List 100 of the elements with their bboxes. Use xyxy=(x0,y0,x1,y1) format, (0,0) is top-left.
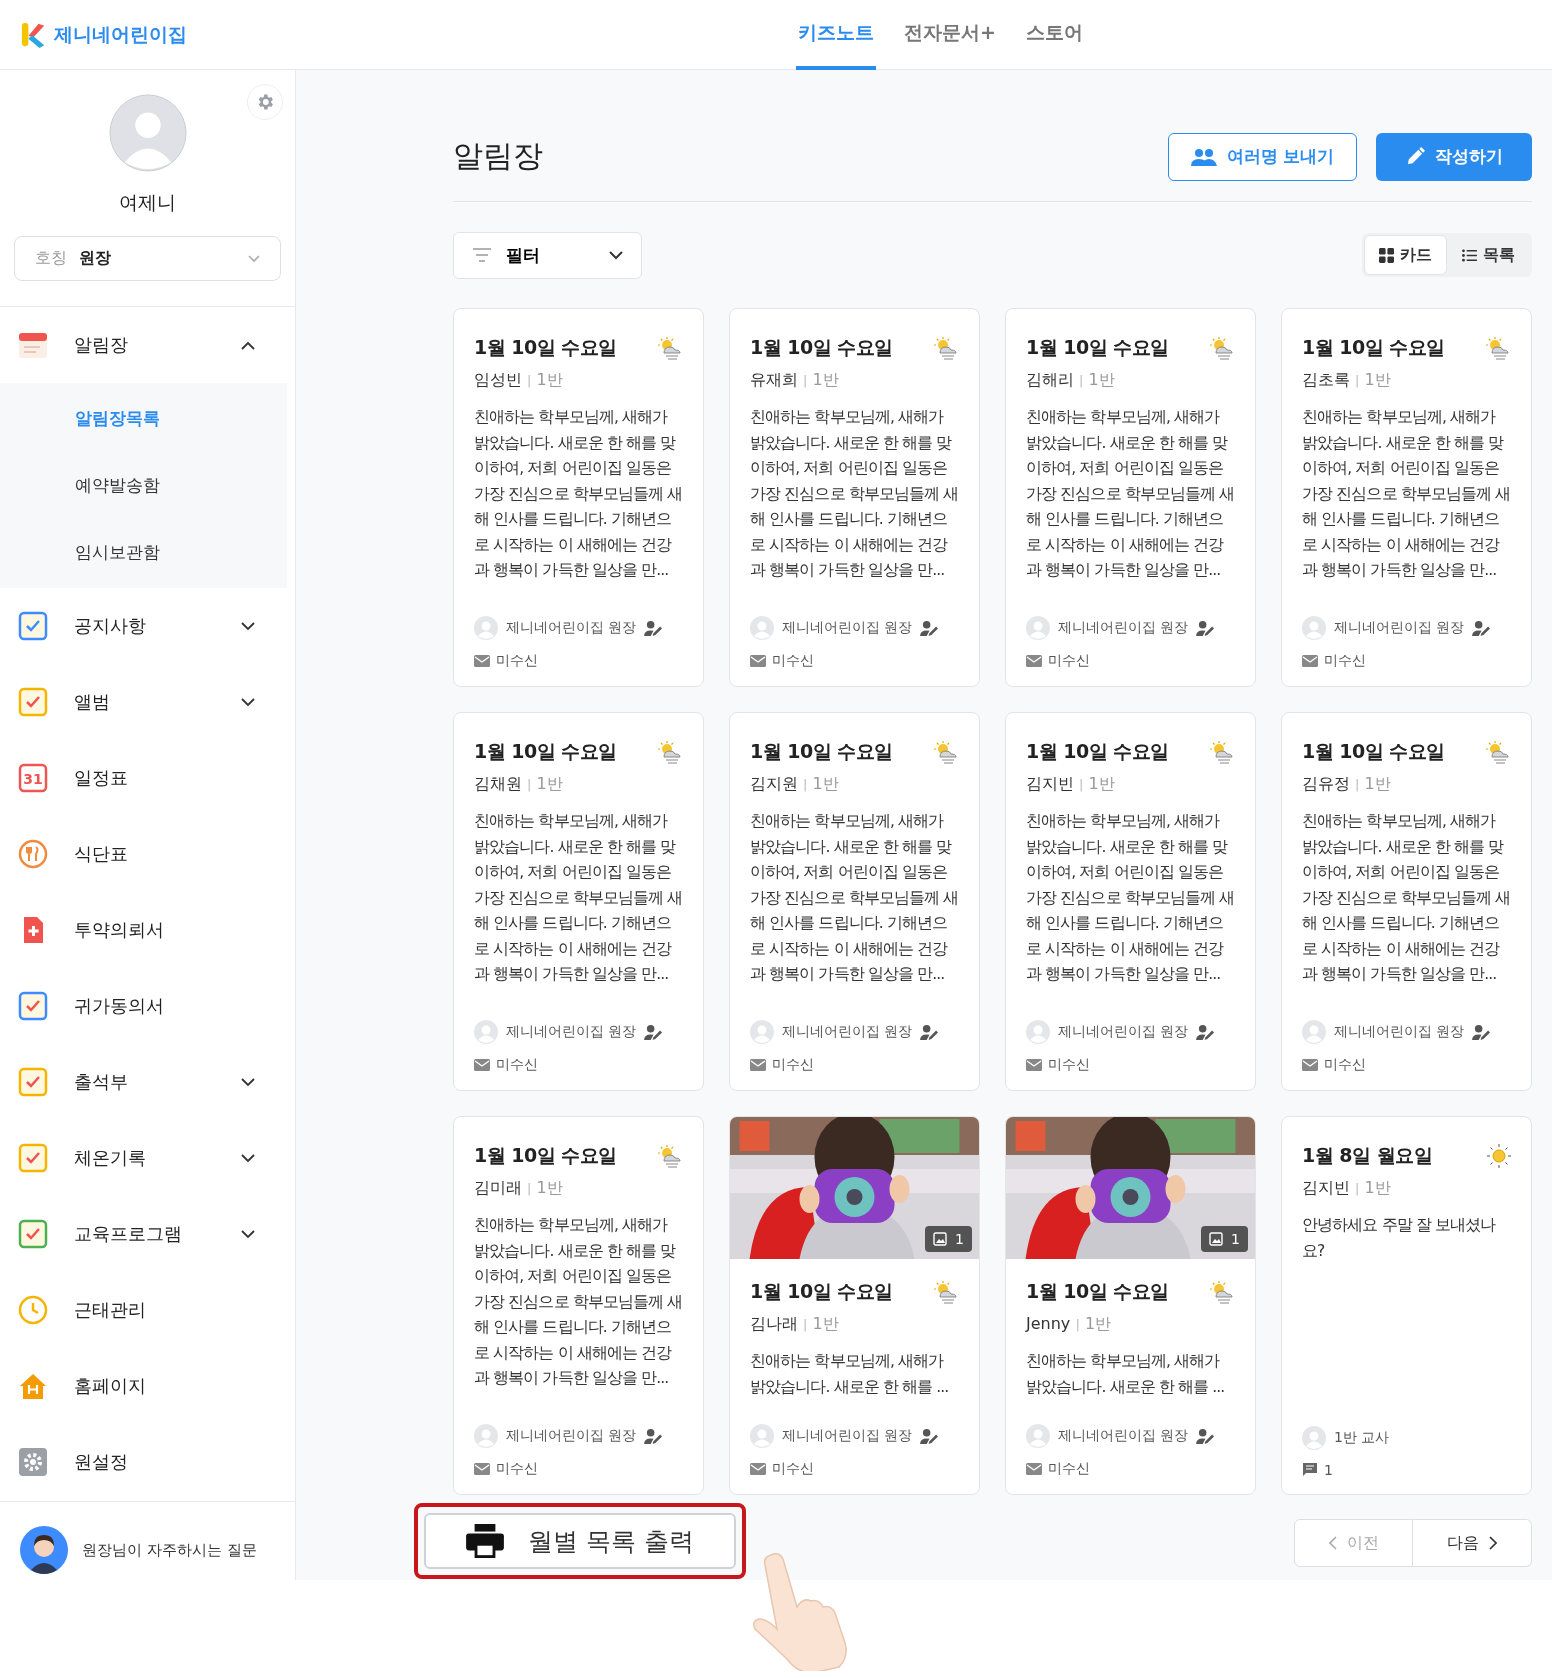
card-text: 친애하는 학부모님께, 새해가 밝았습니다. 새로운 한 해를 맞이하여, 저희 어린이집 일동은 가장 진심으로 학부모님들께 새해 인사를 드립니다. 기해년으로 시작하는 이 새해에는 건강과 행복이 가득한 일상을 만... xyxy=(474,1215,683,1389)
photo-count-badge: 1 xyxy=(925,1226,972,1252)
avatar-icon xyxy=(474,1020,498,1044)
person-icon xyxy=(20,1526,68,1574)
gear-icon xyxy=(18,1447,48,1477)
print-button[interactable]: 월별 목록 출력 xyxy=(424,1513,736,1569)
child-name: 김초록 | 1반 xyxy=(1302,370,1392,391)
calendar-icon: 31 xyxy=(18,763,48,793)
child-name: Jenny | 1반 xyxy=(1026,1314,1113,1335)
image-icon xyxy=(933,1232,948,1246)
pencil-icon xyxy=(1405,147,1425,166)
child-name: 유재희 | 1반 xyxy=(750,370,840,391)
user-edit-icon xyxy=(1472,1023,1492,1041)
filter-dropdown[interactable]: 필터 xyxy=(453,231,642,279)
author-name: 제니네어린이집 원장 xyxy=(506,1023,637,1041)
menu-item[interactable]: 홈페이지 xyxy=(0,1348,295,1424)
submenu-item[interactable]: 임시보관함 xyxy=(0,519,287,586)
menu-item[interactable]: 귀가동의서 xyxy=(0,968,295,1044)
notice-card[interactable]: 1월 10일 수요일 김초록 | 1반 친애하는 학부모님께, 새해가 밝았습니다. 새로운 한 해를 맞이하여, 저희 어린이집 일동은 가장 진심으로 학부모님들께 새해 인사를 드립니다. 기해년으로 시작하는 이 새해에는 건강과 행복이 가득한 일상을 만... 제니네어린이집 원장 미수신 xyxy=(1281,308,1532,687)
avatar-icon xyxy=(750,616,774,640)
menu-item[interactable]: 식단표 xyxy=(0,816,295,892)
author-name: 제니네어린이집 원장 xyxy=(782,619,913,637)
view-option[interactable]: 목록 xyxy=(1447,235,1530,275)
house-icon xyxy=(18,1371,48,1401)
child-name: 김미래 | 1반 xyxy=(474,1178,564,1199)
user-edit-icon xyxy=(920,1023,940,1041)
photo-count-badge: 1 xyxy=(1201,1226,1248,1252)
avatar-icon xyxy=(750,1020,774,1044)
card-date: 1월 10일 수요일 xyxy=(474,1143,617,1168)
menu-item[interactable]: 투약의뢰서 xyxy=(0,892,295,968)
title-select[interactable]: 호칭 원장 xyxy=(14,236,281,281)
avatar-icon xyxy=(1026,1424,1050,1448)
notice-card[interactable]: 1월 10일 수요일 김채원 | 1반 친애하는 학부모님께, 새해가 밝았습니다. 새로운 한 해를 맞이하여, 저희 어린이집 일동은 가장 진심으로 학부모님들께 새해 인사를 드립니다. 기해년으로 시작하는 이 새해에는 건강과 행복이 가득한 일상을 만... 제니네어린이집 원장 미수신 xyxy=(453,712,704,1091)
read-status: 1 xyxy=(1324,1462,1333,1478)
menu-item[interactable]: 원설정 xyxy=(0,1424,295,1500)
utensils-icon xyxy=(18,839,48,869)
notice-card[interactable]: 1 1월 10일 수요일 김나래 | 1반 친애하는 학부모님께, 새해가 밝았습니다. 새로운 한 해를 ... 제니네어린이집 원장 미수신 xyxy=(729,1116,980,1495)
author-name: 제니네어린이집 원장 xyxy=(1058,1023,1189,1041)
image-icon xyxy=(1209,1232,1224,1246)
submenu-item[interactable]: 예약발송함 xyxy=(0,452,287,519)
menu-item[interactable]: 출석부 xyxy=(0,1044,295,1120)
read-status: 미수신 xyxy=(772,652,814,670)
author-name: 제니네어린이집 원장 xyxy=(1334,1023,1465,1041)
card-text: 친애하는 학부모님께, 새해가 밝았습니다. 새로운 한 해를 맞이하여, 저희 어린이집 일동은 가장 진심으로 학부모님들께 새해 인사를 드립니다. 기해년으로 시작하는 이 새해에는 건강과 행복이 가득한 일상을 만... xyxy=(1302,811,1511,985)
notice-card[interactable]: 1월 10일 수요일 김해리 | 1반 친애하는 학부모님께, 새해가 밝았습니다. 새로운 한 해를 맞이하여, 저희 어린이집 일동은 가장 진심으로 학부모님들께 새해 인사를 드립니다. 기해년으로 시작하는 이 새해에는 건강과 행복이 가득한 일상을 만... 제니네어린이집 원장 미수신 xyxy=(1005,308,1256,687)
menu-item[interactable]: 체온기록 xyxy=(0,1120,295,1196)
view-option[interactable]: 카드 xyxy=(1364,235,1447,275)
settings-button[interactable] xyxy=(247,84,283,120)
checklist-icon xyxy=(18,611,48,641)
child-name: 임성빈 | 1반 xyxy=(474,370,564,391)
chevron-left-icon xyxy=(1328,1536,1337,1550)
card-text: 친애하는 학부모님께, 새해가 밝았습니다. 새로운 한 해를 맞이하여, 저희 어린이집 일동은 가장 진심으로 학부모님들께 새해 인사를 드립니다. 기해년으로 시작하는 이 새해에는 건강과 행복이 가득한 일상을 만... xyxy=(750,811,959,985)
notice-card[interactable]: 1월 10일 수요일 김지원 | 1반 친애하는 학부모님께, 새해가 밝았습니다. 새로운 한 해를 맞이하여, 저희 어린이집 일동은 가장 진심으로 학부모님들께 새해 인사를 드립니다. 기해년으로 시작하는 이 새해에는 건강과 행복이 가득한 일상을 만... 제니네어린이집 원장 미수신 xyxy=(729,712,980,1091)
nav-tab[interactable]: 전자문서+ xyxy=(902,0,998,70)
notice-card[interactable]: 1월 10일 수요일 임성빈 | 1반 친애하는 학부모님께, 새해가 밝았습니다. 새로운 한 해를 맞이하여, 저희 어린이집 일동은 가장 진심으로 학부모님들께 새해 인사를 드립니다. 기해년으로 시작하는 이 새해에는 건강과 행복이 가득한 일상을 만... 제니네어린이집 원장 미수신 xyxy=(453,308,704,687)
avatar-icon xyxy=(1026,616,1050,640)
notice-card[interactable]: 1월 10일 수요일 김지빈 | 1반 친애하는 학부모님께, 새해가 밝았습니다. 새로운 한 해를 맞이하여, 저희 어린이집 일동은 가장 진심으로 학부모님들께 새해 인사를 드립니다. 기해년으로 시작하는 이 새해에는 건강과 행복이 가득한 일상을 만... 제니네어린이집 원장 미수신 xyxy=(1005,712,1256,1091)
menu-item[interactable]: 31 일정표 xyxy=(0,740,295,816)
card-text: 친애하는 학부모님께, 새해가 밝았습니다. 새로운 한 해를 맞이하여, 저희 어린이집 일동은 가장 진심으로 학부모님들께 새해 인사를 드립니다. 기해년으로 시작하는 이 새해에는 건강과 행복이 가득한 일상을 만... xyxy=(474,407,683,581)
read-status: 미수신 xyxy=(1048,652,1090,670)
read-status: 미수신 xyxy=(772,1460,814,1478)
avatar-icon xyxy=(1026,1020,1050,1044)
menu-item[interactable]: 앨범 xyxy=(0,664,295,740)
author-name: 제니네어린이집 원장 xyxy=(1334,619,1465,637)
notice-card[interactable]: 1월 10일 수요일 김미래 | 1반 친애하는 학부모님께, 새해가 밝았습니다. 새로운 한 해를 맞이하여, 저희 어린이집 일동은 가장 진심으로 학부모님들께 새해 인사를 드립니다. 기해년으로 시작하는 이 새해에는 건강과 행복이 가득한 일상을 만... 제니네어린이집 원장 미수신 xyxy=(453,1116,704,1495)
avatar-icon xyxy=(474,616,498,640)
faq-link[interactable]: 원장님이 자주하시는 질문 xyxy=(82,1540,257,1560)
card-date: 1월 10일 수요일 xyxy=(1026,335,1169,360)
card-text: 친애하는 학부모님께, 새해가 밝았습니다. 새로운 한 해를 맞이하여, 저희 어린이집 일동은 가장 진심으로 학부모님들께 새해 인사를 드립니다. 기해년으로 시작하는 이 새해에는 건강과 행복이 가득한 일상을 만... xyxy=(1302,407,1511,581)
user-edit-icon xyxy=(1196,1427,1216,1445)
author-name: 1반 교사 xyxy=(1334,1429,1390,1447)
card-text: 안녕하세요 주말 잘 보내셨나요? xyxy=(1302,1215,1497,1262)
avatar-icon xyxy=(1302,1426,1326,1450)
grid-icon xyxy=(1379,247,1394,263)
read-status: 미수신 xyxy=(1324,652,1366,670)
author-name: 제니네어린이집 원장 xyxy=(782,1427,913,1445)
read-status: 미수신 xyxy=(496,652,538,670)
child-name: 김나래 | 1반 xyxy=(750,1314,840,1335)
menu-item[interactable]: 알림장 xyxy=(0,307,295,383)
logo-icon xyxy=(20,20,46,49)
notice-card[interactable]: 1월 8일 월요일 김지빈 | 1반 안녕하세요 주말 잘 보내셨나요? 1반 교사 1 xyxy=(1281,1116,1532,1495)
menu-item[interactable]: 교육프로그램 xyxy=(0,1196,295,1272)
card-date: 1월 10일 수요일 xyxy=(474,739,617,764)
printer-icon xyxy=(466,1524,505,1558)
child-name: 김채원 | 1반 xyxy=(474,774,564,795)
card-text: 친애하는 학부모님께, 새해가 밝았습니다. 새로운 한 해를 ... xyxy=(1026,1351,1226,1398)
nav-tab[interactable]: 스토어 xyxy=(1023,0,1085,70)
read-status: 미수신 xyxy=(772,1056,814,1074)
read-status: 미수신 xyxy=(1324,1056,1366,1074)
next-button[interactable]: 다음 xyxy=(1413,1519,1532,1567)
notice-card[interactable]: 1월 10일 수요일 김유정 | 1반 친애하는 학부모님께, 새해가 밝았습니다. 새로운 한 해를 맞이하여, 저희 어린이집 일동은 가장 진심으로 학부모님들께 새해 인사를 드립니다. 기해년으로 시작하는 이 새해에는 건강과 행복이 가득한 일상을 만... 제니네어린이집 원장 미수신 xyxy=(1281,712,1532,1091)
notice-card[interactable]: 1월 10일 수요일 유재희 | 1반 친애하는 학부모님께, 새해가 밝았습니다. 새로운 한 해를 맞이하여, 저희 어린이집 일동은 가장 진심으로 학부모님들께 새해 인사를 드립니다. 기해년으로 시작하는 이 새해에는 건강과 행복이 가득한 일상을 만... 제니네어린이집 원장 미수신 xyxy=(729,308,980,687)
menu-item[interactable]: 근태관리 xyxy=(0,1272,295,1348)
avatar-icon xyxy=(1302,616,1326,640)
notice-card[interactable]: 1 1월 10일 수요일 Jenny | 1반 친애하는 학부모님께, 새해가 밝았습니다. 새로운 한 해를 ... 제니네어린이집 원장 미수신 xyxy=(1005,1116,1256,1495)
menu-item[interactable]: 공지사항 xyxy=(0,588,295,664)
card-date: 1월 10일 수요일 xyxy=(750,1279,893,1304)
read-status: 미수신 xyxy=(1048,1056,1090,1074)
avatar-icon xyxy=(1302,1020,1326,1044)
child-name: 김지빈 | 1반 xyxy=(1026,774,1116,795)
